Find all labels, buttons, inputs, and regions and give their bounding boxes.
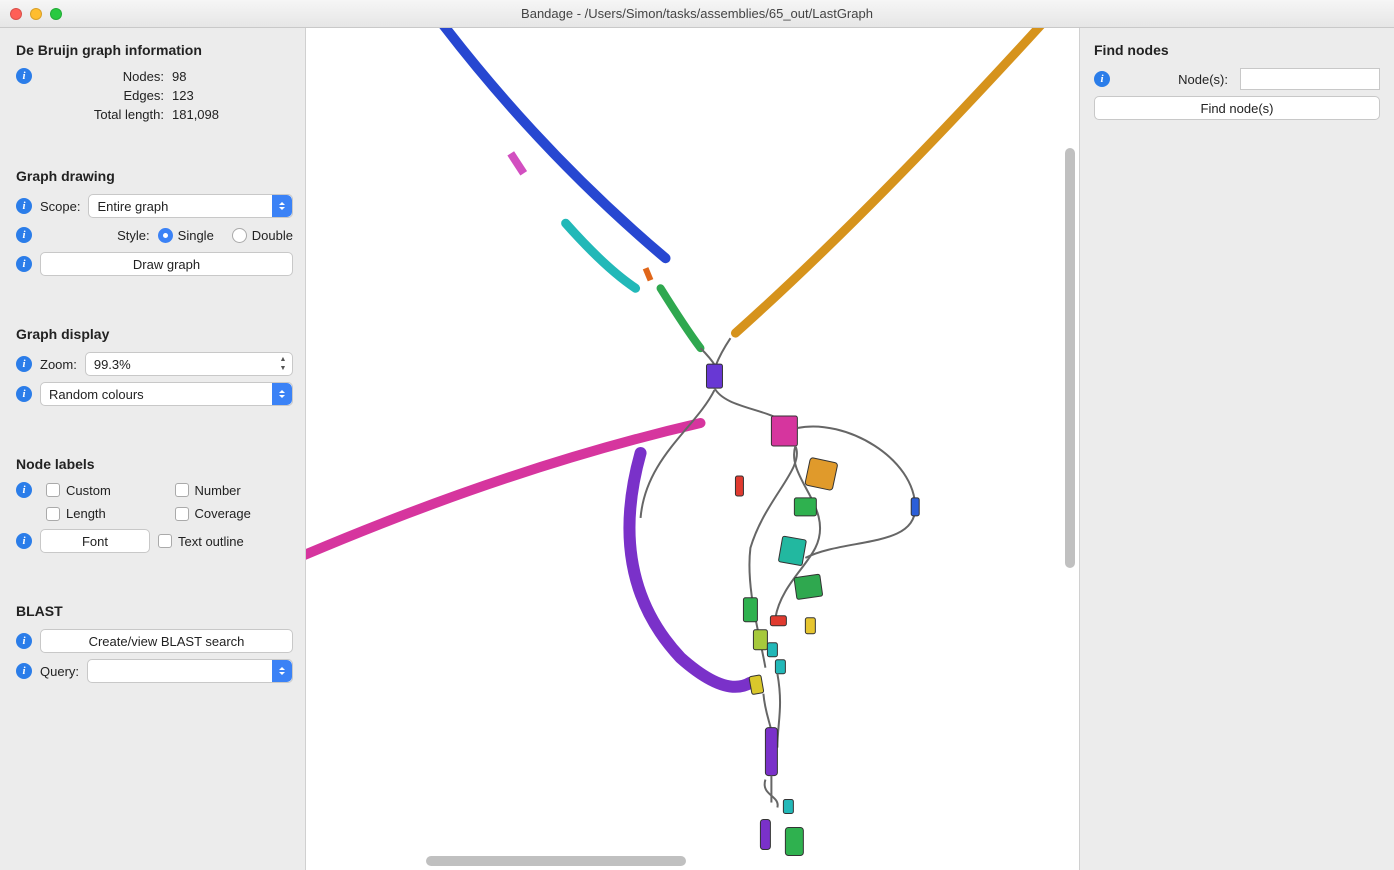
info-icon[interactable]: i xyxy=(16,68,32,84)
stepper-arrows-icon[interactable]: ▲▼ xyxy=(276,355,290,373)
info-icon[interactable]: i xyxy=(1094,71,1110,87)
scope-select[interactable]: Entire graph xyxy=(88,194,293,218)
checkbox-icon xyxy=(46,483,60,497)
checkbox-icon xyxy=(158,534,172,548)
radio-icon xyxy=(232,228,247,243)
checkbox-icon xyxy=(175,507,189,521)
maximize-window-button[interactable] xyxy=(50,8,62,20)
scope-select-value: Entire graph xyxy=(97,199,168,214)
chevron-updown-icon xyxy=(272,195,292,217)
nodes-label: Nodes: xyxy=(44,69,164,84)
graph-svg xyxy=(306,28,1079,870)
close-window-button[interactable] xyxy=(10,8,22,20)
info-icon[interactable]: i xyxy=(16,256,32,272)
style-double-radio[interactable]: Double xyxy=(232,228,293,243)
info-icon[interactable]: i xyxy=(16,633,32,649)
checkbox-icon xyxy=(175,483,189,497)
graph-display-heading: Graph display xyxy=(16,326,293,342)
radio-checked-icon xyxy=(158,228,173,243)
total-length-label: Total length: xyxy=(44,107,164,122)
nodes-value: 98 xyxy=(172,69,293,84)
graph-canvas[interactable] xyxy=(306,28,1080,870)
style-single-radio[interactable]: Single xyxy=(158,228,214,243)
horizontal-scrollbar[interactable] xyxy=(306,856,1079,866)
titlebar: Bandage - /Users/Simon/tasks/assemblies/… xyxy=(0,0,1394,28)
graph-drawing-heading: Graph drawing xyxy=(16,168,293,184)
graph-info-heading: De Bruijn graph information xyxy=(16,42,293,58)
minimize-window-button[interactable] xyxy=(30,8,42,20)
edges-label: Edges: xyxy=(44,88,164,103)
find-nodes-button[interactable]: Find node(s) xyxy=(1094,96,1380,120)
font-button[interactable]: Font xyxy=(40,529,150,553)
window-title: Bandage - /Users/Simon/tasks/assemblies/… xyxy=(0,6,1394,21)
scrollbar-thumb[interactable] xyxy=(1065,148,1075,568)
query-label: Query: xyxy=(40,664,79,679)
info-icon[interactable]: i xyxy=(16,482,32,498)
right-panel: Find nodes i Node(s): Find node(s) xyxy=(1080,28,1394,870)
left-panel: De Bruijn graph information i Nodes: 98 … xyxy=(0,28,306,870)
info-icon[interactable]: i xyxy=(16,386,32,402)
length-checkbox[interactable]: Length xyxy=(46,506,165,521)
vertical-scrollbar[interactable] xyxy=(1065,28,1077,870)
info-icon[interactable]: i xyxy=(16,198,32,214)
find-nodes-heading: Find nodes xyxy=(1094,42,1380,58)
number-checkbox[interactable]: Number xyxy=(175,483,294,498)
style-label: Style: xyxy=(96,228,150,243)
zoom-input[interactable]: 99.3% ▲▼ xyxy=(85,352,293,376)
scope-label: Scope: xyxy=(40,199,80,214)
query-select[interactable] xyxy=(87,659,293,683)
chevron-updown-icon xyxy=(272,660,292,682)
custom-checkbox[interactable]: Custom xyxy=(46,483,165,498)
blast-heading: BLAST xyxy=(16,603,293,619)
scrollbar-thumb[interactable] xyxy=(426,856,686,866)
text-outline-checkbox[interactable]: Text outline xyxy=(158,534,244,549)
edges-value: 123 xyxy=(172,88,293,103)
nodes-input-label: Node(s): xyxy=(1118,72,1232,87)
chevron-updown-icon xyxy=(272,383,292,405)
blast-create-button[interactable]: Create/view BLAST search xyxy=(40,629,293,653)
coverage-checkbox[interactable]: Coverage xyxy=(175,506,294,521)
draw-graph-button[interactable]: Draw graph xyxy=(40,252,293,276)
checkbox-icon xyxy=(46,507,60,521)
zoom-label: Zoom: xyxy=(40,357,77,372)
info-icon[interactable]: i xyxy=(16,227,32,243)
info-icon[interactable]: i xyxy=(16,356,32,372)
nodes-input[interactable] xyxy=(1240,68,1380,90)
colour-mode-select[interactable]: Random colours xyxy=(40,382,293,406)
node-labels-heading: Node labels xyxy=(16,456,293,472)
info-icon[interactable]: i xyxy=(16,663,32,679)
total-length-value: 181,098 xyxy=(172,107,293,122)
info-icon[interactable]: i xyxy=(16,533,32,549)
